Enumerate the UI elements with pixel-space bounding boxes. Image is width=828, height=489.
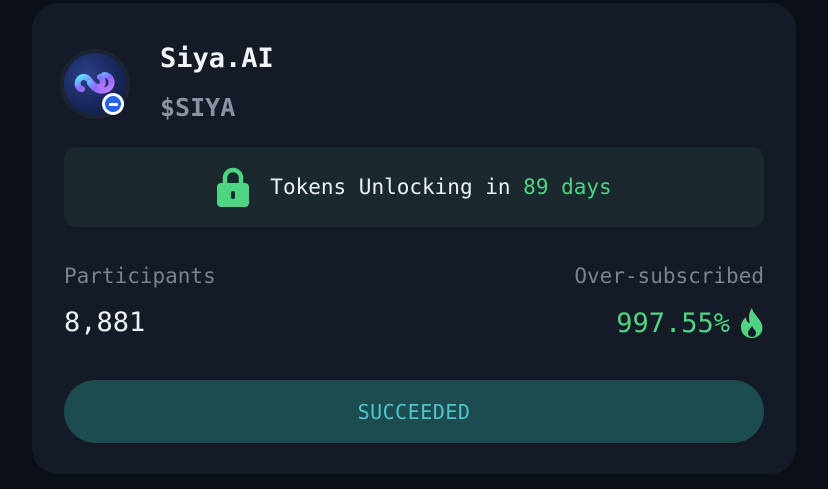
avatar: [64, 53, 126, 115]
project-names: Siya.AI $SIYA: [160, 39, 274, 120]
oversubscribed-label: Over-subscribed: [574, 264, 764, 288]
unlock-prefix: Tokens Unlocking in: [270, 175, 511, 199]
unlock-banner: Tokens Unlocking in 89 days: [64, 147, 764, 227]
participants-label: Participants: [64, 264, 216, 288]
unlock-days: 89 days: [523, 175, 612, 199]
fire-icon: [741, 308, 763, 338]
project-name[interactable]: Siya.AI: [160, 45, 274, 72]
lock-icon: [217, 167, 250, 207]
project-header: Siya.AI $SIYA: [64, 39, 274, 120]
project-card[interactable]: Siya.AI $SIYA Tokens Unlocking in 89 day…: [32, 3, 796, 474]
unlock-text: Tokens Unlocking in 89 days: [270, 175, 611, 199]
project-ticker: $SIYA: [160, 93, 236, 122]
oversubscribed-value: 997.55%: [616, 307, 730, 339]
oversubscribed-value-row: 997.55%: [616, 307, 764, 339]
status-succeeded-button[interactable]: SUCCEEDED: [64, 380, 764, 443]
chain-badge-icon: [102, 93, 124, 115]
participants-value: 8,881: [64, 307, 146, 338]
